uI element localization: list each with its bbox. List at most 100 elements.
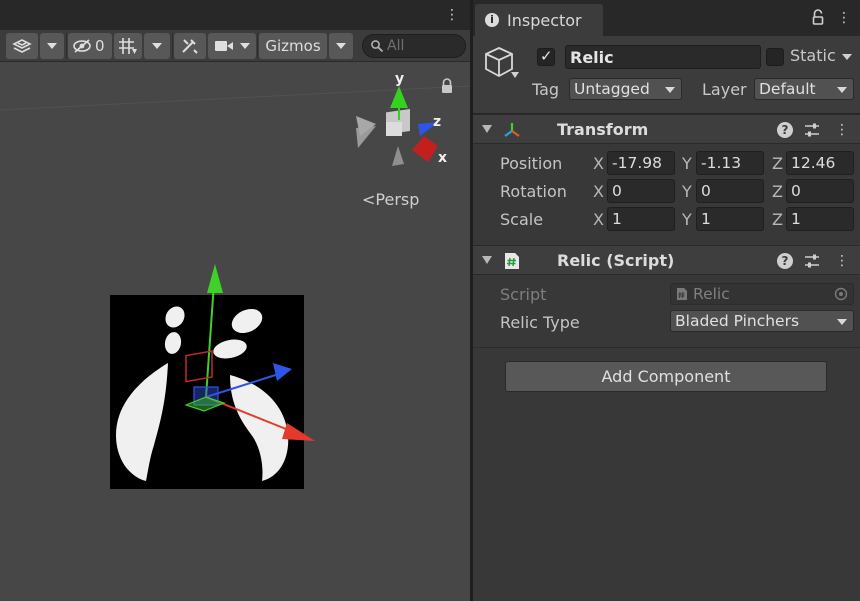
rotation-y-field[interactable] xyxy=(696,179,764,203)
grid-dropdown[interactable] xyxy=(144,33,170,59)
position-x-axis: X xyxy=(593,154,604,173)
csharp-script-icon xyxy=(505,253,519,269)
position-x-field[interactable] xyxy=(607,151,675,175)
position-z-field[interactable] xyxy=(786,151,854,175)
relic-script-header[interactable]: Relic (Script) ? ⋮ xyxy=(473,245,860,275)
help-icon[interactable]: ? xyxy=(777,253,793,269)
script-object-field: Relic xyxy=(670,283,854,305)
static-dropdown-icon[interactable] xyxy=(842,54,852,60)
search-icon xyxy=(371,40,384,53)
chevron-down-icon xyxy=(152,43,162,49)
tools-toggle-button[interactable] xyxy=(174,33,206,59)
gizmos-button[interactable]: Gizmos xyxy=(259,33,327,59)
scene-visibility-button[interactable]: 0 xyxy=(68,33,112,59)
presets-icon[interactable] xyxy=(804,122,820,138)
scene-search-input[interactable] xyxy=(387,37,461,55)
inspector-panel: i Inspector ⋮ Static Tag Untagged Layer … xyxy=(473,0,860,601)
fold-arrow-icon[interactable] xyxy=(482,256,492,264)
transform-header[interactable]: Transform ? ⋮ xyxy=(473,114,860,144)
scene-tab-bar: ⋮ xyxy=(0,0,470,30)
grid-toggle-button[interactable] xyxy=(114,33,142,59)
rotation-z-field[interactable] xyxy=(786,179,854,203)
gameobject-header: Static Tag Untagged Layer Default xyxy=(473,36,860,114)
chevron-down-icon xyxy=(837,87,847,93)
transform-title: Transform xyxy=(557,120,649,139)
rotation-z-axis: Z xyxy=(772,182,783,201)
component-menu-icon[interactable]: ⋮ xyxy=(835,120,849,140)
position-z-axis: Z xyxy=(772,154,783,173)
camera-icon xyxy=(215,41,233,51)
draw-mode-icon[interactable] xyxy=(6,33,38,59)
relic-type-value: Bladed Pinchers xyxy=(675,312,800,330)
scale-z-axis: Z xyxy=(772,210,783,229)
grid-snap-icon xyxy=(119,38,137,54)
rotation-x-axis: X xyxy=(593,182,604,201)
transform-icon xyxy=(504,123,520,137)
chevron-down-icon xyxy=(837,319,847,325)
toolbar-divider xyxy=(66,33,67,59)
chevron-down-icon xyxy=(47,43,57,49)
toolbar-divider xyxy=(257,33,258,59)
script-file-icon xyxy=(677,288,687,300)
tab-inspector[interactable]: i Inspector xyxy=(475,4,603,36)
tag-dropdown[interactable]: Untagged xyxy=(569,78,682,100)
relic-type-dropdown[interactable]: Bladed Pinchers xyxy=(670,310,854,332)
position-y-axis: Y xyxy=(682,154,692,173)
tools-icon xyxy=(182,39,198,54)
chevron-down-icon xyxy=(336,43,346,49)
camera-settings-button[interactable] xyxy=(208,33,256,59)
active-checkbox[interactable] xyxy=(537,47,555,66)
relic-script-title: Relic (Script) xyxy=(557,251,675,270)
tab-inspector-label: Inspector xyxy=(507,10,582,30)
layer-value: Default xyxy=(759,80,816,98)
add-component-button[interactable]: Add Component xyxy=(505,361,827,392)
gizmo-x-label: x xyxy=(438,150,447,166)
presets-icon[interactable] xyxy=(804,253,820,269)
rotation-x-field[interactable] xyxy=(607,179,675,203)
inspector-more-menu-icon[interactable]: ⋮ xyxy=(837,8,851,28)
inspector-tab-bar: i Inspector ⋮ xyxy=(473,0,860,36)
static-checkbox[interactable] xyxy=(766,48,784,66)
chevron-down-icon xyxy=(240,43,250,49)
hidden-count: 0 xyxy=(95,37,105,55)
scene-search[interactable] xyxy=(362,34,466,58)
script-value: Relic xyxy=(693,285,730,303)
scene-more-menu-icon[interactable]: ⋮ xyxy=(445,6,459,24)
position-y-field[interactable] xyxy=(696,151,764,175)
layer-label: Layer xyxy=(702,80,747,99)
gameobject-name-field[interactable] xyxy=(565,45,761,69)
orientation-gizmo[interactable]: y z x xyxy=(346,66,456,176)
projection-toggle[interactable]: <Persp xyxy=(362,190,419,209)
static-label: Static xyxy=(790,46,836,65)
scene-view[interactable]: ⋮ 0 Gizmos All y z x <Persp xyxy=(0,0,470,601)
back-arrow-icon: < xyxy=(362,190,376,209)
script-label: Script xyxy=(500,285,547,304)
help-icon[interactable]: ? xyxy=(777,122,793,138)
info-icon: i xyxy=(485,13,499,27)
move-tool-handles[interactable] xyxy=(110,255,340,455)
gizmos-dropdown[interactable] xyxy=(329,33,353,59)
scale-y-field[interactable] xyxy=(696,207,764,231)
fold-arrow-icon[interactable] xyxy=(482,125,492,133)
draw-mode-dropdown[interactable] xyxy=(40,33,64,59)
relic-type-label: Relic Type xyxy=(500,313,580,332)
rotation-label: Rotation xyxy=(500,182,567,201)
scale-z-field[interactable] xyxy=(786,207,854,231)
gizmo-y-label: y xyxy=(395,71,404,87)
layer-dropdown[interactable]: Default xyxy=(754,78,854,100)
tag-label: Tag xyxy=(532,80,560,99)
tag-value: Untagged xyxy=(574,80,650,98)
component-menu-icon[interactable]: ⋮ xyxy=(835,251,849,271)
chevron-down-icon xyxy=(665,87,675,93)
toolbar-divider xyxy=(172,33,173,59)
object-picker-icon xyxy=(834,287,848,301)
hidden-eye-icon xyxy=(73,39,91,53)
scale-x-field[interactable] xyxy=(607,207,675,231)
inspector-lock-icon[interactable] xyxy=(811,9,825,26)
gizmo-z-label: z xyxy=(433,114,441,130)
scene-toolbar: 0 Gizmos xyxy=(0,30,470,62)
component-divider xyxy=(473,347,860,348)
scale-x-axis: X xyxy=(593,210,604,229)
rotation-y-axis: Y xyxy=(682,182,692,201)
projection-label: Persp xyxy=(375,190,420,209)
